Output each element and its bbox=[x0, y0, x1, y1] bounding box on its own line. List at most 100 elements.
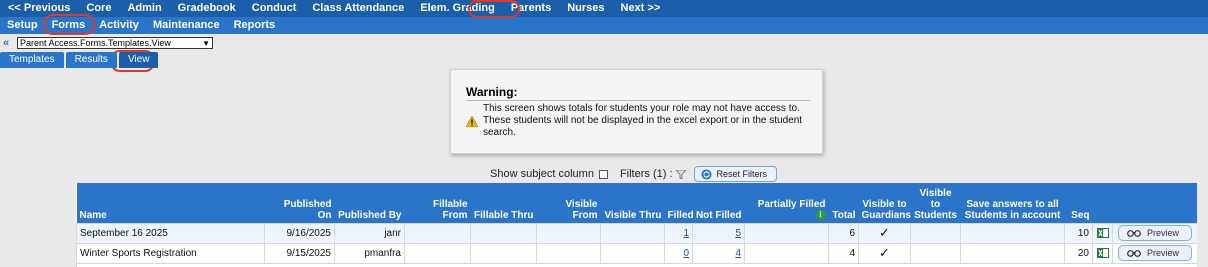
col-name[interactable]: Name bbox=[76, 183, 265, 223]
page-path-value: Parent Access.Forms.Templates.View bbox=[20, 38, 171, 48]
path-bar: « Parent Access.Forms.Templates.View ▼ bbox=[0, 36, 213, 50]
filled-link[interactable]: 0 bbox=[683, 248, 689, 259]
tab-view[interactable]: View bbox=[118, 52, 159, 68]
cell-fillable-thru bbox=[470, 222, 537, 244]
cell-total: 6 bbox=[828, 222, 859, 244]
col-partially-filled[interactable]: Partially Filled i bbox=[744, 183, 829, 223]
refresh-icon bbox=[700, 168, 712, 180]
page-path-select[interactable]: Parent Access.Forms.Templates.View ▼ bbox=[17, 37, 213, 49]
col-published-on[interactable]: Published On bbox=[264, 183, 335, 223]
col-partially-filled-label: Partially Filled bbox=[757, 198, 826, 210]
cell-name: Winter Sports Registration bbox=[76, 242, 265, 264]
not-filled-link[interactable]: 4 bbox=[735, 248, 741, 259]
filters-label: Filters (1) : bbox=[619, 168, 673, 180]
col-fillable-from[interactable]: Fillable From bbox=[404, 183, 471, 223]
subnav-reports[interactable]: Reports bbox=[227, 17, 283, 34]
col-visible-thru[interactable]: Visible Thru bbox=[600, 183, 665, 223]
nav-elem-grading[interactable]: Elem. Grading bbox=[412, 0, 503, 17]
subnav-maintenance[interactable]: Maintenance bbox=[146, 17, 227, 34]
col-fillable-thru[interactable]: Fillable Thru bbox=[470, 183, 537, 223]
subnav-setup[interactable]: Setup bbox=[0, 17, 45, 34]
filled-link[interactable]: 1 bbox=[683, 228, 689, 239]
cell-published-on: 9/16/2025 bbox=[264, 222, 335, 244]
show-subject-label: Show subject column bbox=[490, 168, 594, 180]
reset-filters-button[interactable]: Reset Filters bbox=[693, 166, 778, 182]
excel-export-icon[interactable] bbox=[1096, 247, 1109, 259]
forms-table: Name Published On Published By Fillable … bbox=[76, 183, 1197, 267]
filter-bar: Show subject column Filters (1) : Reset … bbox=[490, 166, 778, 182]
collapse-chevron-icon[interactable]: « bbox=[3, 37, 14, 49]
info-icon[interactable]: i bbox=[815, 209, 826, 220]
binoculars-icon bbox=[1127, 230, 1141, 237]
preview-label: Preview bbox=[1146, 248, 1179, 258]
col-visible-guardians[interactable]: Visible to Guardians bbox=[858, 183, 911, 223]
warning-title: Warning: bbox=[466, 85, 518, 99]
preview-label: Preview bbox=[1146, 228, 1179, 238]
cell-seq: 10 bbox=[1064, 222, 1093, 244]
guardians-check-icon: ✓ bbox=[858, 242, 911, 264]
col-preview bbox=[1112, 183, 1197, 223]
cell-published-by: pmanfra bbox=[334, 242, 405, 264]
nav-admin[interactable]: Admin bbox=[119, 0, 169, 17]
show-subject-checkbox[interactable] bbox=[598, 169, 608, 179]
nav-gradebook[interactable]: Gradebook bbox=[170, 0, 244, 17]
col-total[interactable]: Total bbox=[828, 183, 859, 223]
table-row bbox=[76, 262, 1197, 267]
cell-visible-from bbox=[536, 222, 601, 244]
cell-seq: 20 bbox=[1064, 242, 1093, 264]
table-row: Winter Sports Registration 9/15/2025 pma… bbox=[76, 242, 1197, 264]
table-header-row: Name Published On Published By Fillable … bbox=[76, 183, 1197, 223]
cell-fillable-from bbox=[404, 242, 471, 264]
cell-fillable-thru bbox=[470, 242, 537, 264]
nav-previous[interactable]: << Previous bbox=[0, 0, 78, 17]
nav-parents[interactable]: Parents bbox=[503, 0, 559, 17]
cell-visible-students bbox=[910, 242, 961, 264]
cell-name: September 16 2025 bbox=[76, 222, 265, 244]
nav-conduct[interactable]: Conduct bbox=[244, 0, 305, 17]
subnav-forms[interactable]: Forms bbox=[45, 17, 93, 34]
cell-save-answers bbox=[960, 222, 1065, 244]
table-row: September 16 2025 9/16/2025 janr 1 5 6 ✓… bbox=[76, 222, 1197, 244]
tab-results[interactable]: Results bbox=[65, 52, 117, 68]
sub-nav: Setup Forms Activity Maintenance Reports bbox=[0, 17, 1208, 34]
preview-button[interactable]: Preview bbox=[1117, 225, 1192, 241]
chevron-down-icon: ▼ bbox=[202, 39, 210, 48]
col-filled[interactable]: Filled bbox=[664, 183, 694, 223]
warning-icon bbox=[466, 116, 478, 127]
col-seq[interactable]: Seq bbox=[1064, 183, 1093, 223]
subnav-activity[interactable]: Activity bbox=[92, 17, 146, 34]
cell-total: 4 bbox=[828, 242, 859, 264]
col-published-by[interactable]: Published By bbox=[334, 183, 405, 223]
nav-class-attendance[interactable]: Class Attendance bbox=[304, 0, 412, 17]
cell-partially-filled bbox=[744, 242, 829, 264]
filter-icon[interactable] bbox=[675, 169, 686, 179]
cell-fillable-from bbox=[404, 222, 471, 244]
cell-visible-from bbox=[536, 242, 601, 264]
cell-partially-filled bbox=[744, 222, 829, 244]
col-save-answers[interactable]: Save answers to all Students in account bbox=[960, 183, 1065, 223]
col-visible-students[interactable]: Visible to Students bbox=[910, 183, 961, 223]
preview-button[interactable]: Preview bbox=[1117, 245, 1192, 261]
nav-core[interactable]: Core bbox=[78, 0, 119, 17]
not-filled-link[interactable]: 5 bbox=[735, 228, 741, 239]
nav-next[interactable]: Next >> bbox=[613, 0, 669, 17]
col-visible-from[interactable]: Visible From bbox=[536, 183, 601, 223]
excel-export-icon[interactable] bbox=[1096, 227, 1109, 239]
col-not-filled[interactable]: Not Filled bbox=[692, 183, 745, 223]
cell-visible-students bbox=[910, 222, 961, 244]
cell-published-by: janr bbox=[334, 222, 405, 244]
binoculars-icon bbox=[1127, 250, 1141, 257]
warning-divider bbox=[466, 100, 810, 101]
warning-message: This screen shows totals for students yo… bbox=[483, 103, 803, 138]
tab-bar: Templates Results View bbox=[0, 52, 160, 68]
cell-save-answers bbox=[960, 242, 1065, 264]
guardians-check-icon: ✓ bbox=[858, 222, 911, 244]
nav-nurses[interactable]: Nurses bbox=[559, 0, 612, 17]
col-export bbox=[1092, 183, 1113, 223]
main-nav: << Previous Core Admin Gradebook Conduct… bbox=[0, 0, 1208, 17]
cell-visible-thru bbox=[600, 242, 665, 264]
warning-panel: Warning: This screen shows totals for st… bbox=[450, 69, 823, 154]
tab-templates[interactable]: Templates bbox=[0, 52, 64, 68]
cell-visible-thru bbox=[600, 222, 665, 244]
reset-filters-label: Reset Filters bbox=[716, 169, 768, 179]
